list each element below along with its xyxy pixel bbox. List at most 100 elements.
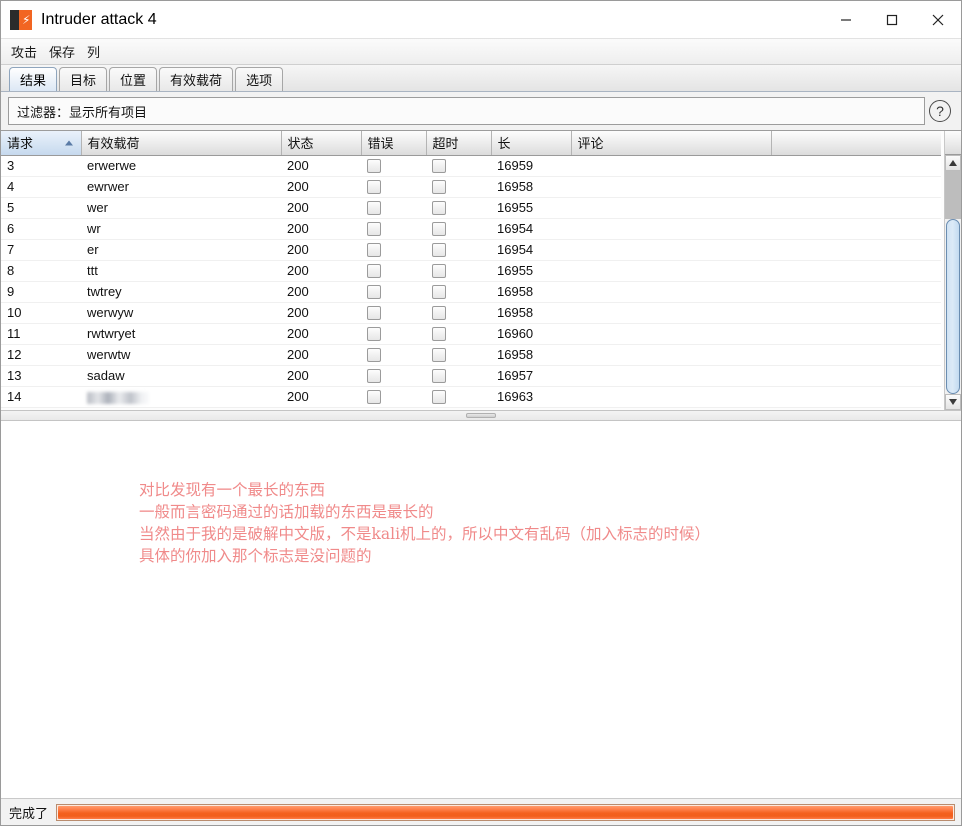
table-row[interactable]: 9 twtrey 200 16958 bbox=[1, 281, 941, 303]
table-row[interactable]: 7 er 200 16954 bbox=[1, 239, 941, 261]
cell-filler bbox=[771, 155, 941, 177]
cell-timeout bbox=[426, 239, 491, 261]
scrollbar-corner bbox=[945, 131, 961, 155]
cell-filler bbox=[771, 323, 941, 345]
error-checkbox[interactable] bbox=[367, 243, 381, 258]
timeout-checkbox[interactable] bbox=[432, 390, 446, 405]
error-checkbox[interactable] bbox=[367, 306, 381, 321]
close-button[interactable] bbox=[915, 1, 961, 39]
error-checkbox[interactable] bbox=[367, 327, 381, 342]
cell-request: 10 bbox=[1, 302, 81, 324]
scrollbar-track-upper[interactable] bbox=[945, 171, 961, 219]
cell-length: 16955 bbox=[491, 260, 571, 282]
column-header-comment[interactable]: 评论 bbox=[571, 131, 772, 156]
minimize-button[interactable] bbox=[823, 1, 869, 39]
table-row[interactable]: 3 erwerwe 200 16959 bbox=[1, 155, 941, 177]
error-checkbox[interactable] bbox=[367, 180, 381, 195]
cell-payload: werwyw bbox=[81, 302, 281, 324]
table-row[interactable]: 11 rwtwryet 200 16960 bbox=[1, 323, 941, 345]
column-header-error[interactable]: 错误 bbox=[361, 131, 427, 156]
tab-target[interactable]: 目标 bbox=[59, 67, 108, 91]
error-checkbox[interactable] bbox=[367, 285, 381, 300]
error-checkbox[interactable] bbox=[367, 159, 381, 174]
error-checkbox[interactable] bbox=[367, 369, 381, 384]
panel-splitter[interactable] bbox=[1, 410, 961, 421]
table-row[interactable]: 4 ewrwer 200 16958 bbox=[1, 176, 941, 198]
tab-options[interactable]: 选项 bbox=[235, 67, 284, 91]
cell-status: 200 bbox=[281, 323, 361, 345]
column-header-payload[interactable]: 有效载荷 bbox=[81, 131, 282, 156]
cell-timeout bbox=[426, 365, 491, 387]
timeout-checkbox[interactable] bbox=[432, 222, 446, 237]
table-row[interactable]: 8 ttt 200 16955 bbox=[1, 260, 941, 282]
cell-payload: twtrey bbox=[81, 281, 281, 303]
table-row[interactable]: 10 werwyw 200 16958 bbox=[1, 302, 941, 324]
error-checkbox[interactable] bbox=[367, 390, 381, 405]
cell-payload: ewrwer bbox=[81, 176, 281, 198]
cell-payload: wer bbox=[81, 197, 281, 219]
cell-filler bbox=[771, 281, 941, 303]
attack-progress-bar bbox=[56, 803, 955, 821]
menu-attack[interactable]: 攻击 bbox=[11, 40, 44, 63]
cell-error bbox=[361, 302, 426, 324]
timeout-checkbox[interactable] bbox=[432, 306, 446, 321]
table-row[interactable]: 12 werwtw 200 16958 bbox=[1, 344, 941, 366]
attack-progress-fill bbox=[58, 805, 953, 819]
cell-comment bbox=[571, 155, 771, 177]
scroll-up-arrow-icon[interactable] bbox=[945, 155, 961, 171]
cell-payload: wr bbox=[81, 218, 281, 240]
results-vertical-scrollbar[interactable] bbox=[944, 131, 961, 410]
timeout-checkbox[interactable] bbox=[432, 180, 446, 195]
scrollbar-thumb[interactable] bbox=[946, 219, 960, 394]
results-table-scroll-area: 请求 有效载荷 状态 错误 超时 长 评论 3 erwerwe 200 16959 4 e… bbox=[1, 131, 944, 410]
window-title: Intruder attack 4 bbox=[41, 10, 157, 28]
cell-request: 9 bbox=[1, 281, 81, 303]
cell-timeout bbox=[426, 155, 491, 177]
cell-request: 4 bbox=[1, 176, 81, 198]
column-header-length[interactable]: 长 bbox=[491, 131, 572, 156]
tab-results[interactable]: 结果 bbox=[9, 67, 58, 91]
cell-comment bbox=[571, 323, 771, 345]
maximize-button[interactable] bbox=[869, 1, 915, 39]
timeout-checkbox[interactable] bbox=[432, 201, 446, 216]
table-row[interactable]: 13 sadaw 200 16957 bbox=[1, 365, 941, 387]
cell-timeout bbox=[426, 302, 491, 324]
menu-save[interactable]: 保存 bbox=[49, 40, 82, 63]
cell-payload: rwtwryet bbox=[81, 323, 281, 345]
table-row[interactable]: 6 wr 200 16954 bbox=[1, 218, 941, 240]
timeout-checkbox[interactable] bbox=[432, 348, 446, 363]
error-checkbox[interactable] bbox=[367, 222, 381, 237]
timeout-checkbox[interactable] bbox=[432, 369, 446, 384]
cell-request: 11 bbox=[1, 323, 81, 345]
question-mark-icon[interactable]: ? bbox=[929, 100, 951, 122]
cell-timeout bbox=[426, 176, 491, 198]
table-row[interactable]: 5 wer 200 16955 bbox=[1, 197, 941, 219]
timeout-checkbox[interactable] bbox=[432, 243, 446, 258]
cell-status: 200 bbox=[281, 260, 361, 282]
cell-comment bbox=[571, 365, 771, 387]
cell-comment bbox=[571, 344, 771, 366]
timeout-checkbox[interactable] bbox=[432, 264, 446, 279]
burp-suite-icon: ⚡ bbox=[10, 9, 32, 30]
annotation-line-4: 具体的你加入那个标志是没问题的 bbox=[139, 547, 372, 565]
error-checkbox[interactable] bbox=[367, 348, 381, 363]
tab-positions[interactable]: 位置 bbox=[109, 67, 158, 91]
cell-length: 16963 bbox=[491, 386, 571, 408]
menu-columns[interactable]: 列 bbox=[87, 40, 107, 63]
timeout-checkbox[interactable] bbox=[432, 159, 446, 174]
cell-filler bbox=[771, 176, 941, 198]
error-checkbox[interactable] bbox=[367, 201, 381, 216]
timeout-checkbox[interactable] bbox=[432, 327, 446, 342]
scroll-down-arrow-icon[interactable] bbox=[945, 394, 961, 410]
cell-error bbox=[361, 176, 426, 198]
column-header-request[interactable]: 请求 bbox=[1, 131, 82, 156]
filter-bar[interactable]: 过滤器：显示所有项目 bbox=[8, 97, 925, 125]
status-bar: 完成了 bbox=[1, 798, 961, 825]
cell-error bbox=[361, 365, 426, 387]
tab-payloads[interactable]: 有效载荷 bbox=[159, 67, 234, 91]
table-row[interactable]: 14 200 16963 bbox=[1, 386, 941, 408]
column-header-timeout[interactable]: 超时 bbox=[426, 131, 492, 156]
error-checkbox[interactable] bbox=[367, 264, 381, 279]
column-header-status[interactable]: 状态 bbox=[281, 131, 362, 156]
timeout-checkbox[interactable] bbox=[432, 285, 446, 300]
